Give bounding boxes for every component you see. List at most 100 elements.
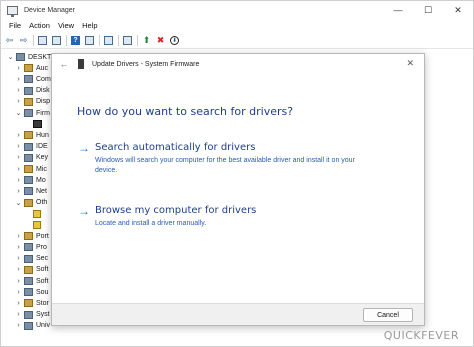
- keyboard-icon: [24, 153, 33, 162]
- chevron-right-icon[interactable]: ›: [15, 311, 22, 318]
- close-button[interactable]: ✕: [443, 1, 473, 19]
- chevron-right-icon[interactable]: ›: [15, 289, 22, 296]
- print-button[interactable]: [103, 35, 114, 46]
- disable-device-button[interactable]: ⬇: [169, 35, 180, 46]
- firmware-device-icon: [33, 120, 42, 129]
- chevron-right-icon[interactable]: ›: [15, 244, 22, 251]
- chevron-right-icon[interactable]: ›: [15, 266, 22, 273]
- software-icon: [24, 277, 33, 285]
- tree-item[interactable]: › Mo: [15, 174, 46, 186]
- back-arrow-icon[interactable]: ←: [56, 59, 72, 69]
- tree-item[interactable]: › Net: [15, 185, 47, 197]
- minimize-button[interactable]: —: [383, 1, 413, 19]
- chevron-right-icon[interactable]: ›: [15, 98, 22, 105]
- tree-item[interactable]: ⌄ Firm: [15, 107, 50, 119]
- menu-help[interactable]: Help: [78, 21, 101, 30]
- show-hide-tree-button[interactable]: [37, 35, 48, 46]
- audio-icon: [24, 64, 33, 73]
- tree-item[interactable]: ⌄ Oth: [15, 197, 47, 209]
- chevron-right-icon[interactable]: ›: [15, 143, 22, 150]
- tree-item[interactable]: › Disp: [15, 96, 50, 108]
- action-button[interactable]: [84, 35, 95, 46]
- help-icon: ?: [71, 36, 80, 45]
- tree-item-label: Univ: [36, 322, 51, 330]
- tree-item-label: Sec: [36, 255, 49, 263]
- tree-item[interactable]: › Disk: [15, 85, 50, 97]
- menu-view[interactable]: View: [54, 21, 78, 30]
- uninstall-device-icon[interactable]: ✖: [155, 35, 166, 46]
- tree-item-label: Pro: [36, 243, 47, 251]
- chevron-right-icon[interactable]: ›: [15, 322, 22, 329]
- menu-action[interactable]: Action: [25, 21, 54, 30]
- tree-item[interactable]: › Com: [15, 73, 51, 85]
- tree-item[interactable]: › Stor: [15, 297, 49, 309]
- arrow-right-icon: →: [78, 204, 90, 218]
- menu-file[interactable]: File: [5, 21, 25, 30]
- help-button[interactable]: ?: [70, 35, 81, 46]
- search-automatically-option[interactable]: → Search automatically for drivers Windo…: [78, 141, 398, 174]
- chevron-right-icon[interactable]: ›: [15, 76, 22, 83]
- chevron-right-icon[interactable]: ›: [15, 87, 22, 94]
- tree-item-label: Syst: [36, 311, 50, 319]
- warning-device-icon: [33, 221, 41, 229]
- tree-item[interactable]: ⌄ DESKTO: [7, 51, 57, 63]
- tree-item[interactable]: [31, 208, 44, 220]
- tree-item[interactable]: › Pro: [15, 241, 47, 253]
- chevron-right-icon[interactable]: ›: [15, 154, 22, 161]
- tree-item[interactable]: › Mic: [15, 163, 47, 175]
- action-icon: [85, 36, 94, 45]
- properties-button[interactable]: [51, 35, 62, 46]
- tree-item[interactable]: [31, 219, 44, 231]
- browse-computer-option[interactable]: → Browse my computer for drivers Locate …: [78, 204, 398, 235]
- dialog-close-icon[interactable]: ✕: [406, 58, 414, 69]
- tree-item-label: Stor: [36, 299, 49, 307]
- tree-item[interactable]: › Sec: [15, 253, 48, 265]
- chevron-right-icon[interactable]: ›: [15, 132, 22, 139]
- update-drivers-dialog: ← Update Drivers - System Firmware ✕ How…: [51, 53, 425, 326]
- tree-item[interactable]: › IDE: [15, 141, 48, 153]
- tree-item[interactable]: › Port: [15, 230, 49, 242]
- chevron-down-icon[interactable]: ⌄: [15, 109, 22, 117]
- chevron-right-icon[interactable]: ›: [15, 188, 22, 195]
- chevron-right-icon[interactable]: ›: [15, 177, 22, 184]
- tree-item[interactable]: › Auc: [15, 62, 48, 74]
- update-driver-icon[interactable]: ⬆: [141, 35, 152, 46]
- security-icon: [24, 254, 33, 263]
- tree-item-label: Disp: [36, 98, 51, 106]
- tree-item[interactable]: › Univ: [15, 320, 50, 332]
- network-icon: [24, 187, 33, 196]
- tree-item[interactable]: › Sou: [15, 286, 48, 298]
- back-arrow-icon[interactable]: ⇦: [4, 35, 15, 46]
- option-title[interactable]: Search automatically for drivers: [95, 142, 255, 153]
- tree-item[interactable]: › Soft: [15, 275, 48, 287]
- tree-item[interactable]: [31, 118, 45, 130]
- chevron-right-icon[interactable]: ›: [15, 255, 22, 262]
- tree-item-label: Net: [36, 187, 47, 195]
- tree-item[interactable]: › Soft: [15, 264, 48, 276]
- chevron-right-icon[interactable]: ›: [15, 278, 22, 285]
- other-devices-icon: [24, 198, 33, 207]
- chevron-right-icon[interactable]: ›: [15, 166, 22, 173]
- tree-item[interactable]: › Syst: [15, 309, 50, 321]
- warning-device-icon: [33, 209, 41, 218]
- tree-item-label: Disk: [36, 87, 50, 95]
- tree-item[interactable]: › Hun: [15, 129, 49, 141]
- scan-hardware-button[interactable]: [122, 35, 133, 46]
- chevron-right-icon[interactable]: ›: [15, 300, 22, 307]
- device-manager-icon: [7, 5, 18, 17]
- tree-item[interactable]: › Key: [15, 152, 48, 164]
- chevron-right-icon[interactable]: ›: [15, 233, 22, 240]
- maximize-button[interactable]: ☐: [413, 1, 443, 19]
- chevron-down-icon[interactable]: ⌄: [7, 53, 14, 61]
- cancel-button[interactable]: Cancel: [363, 308, 413, 322]
- system-icon: [24, 310, 33, 319]
- chevron-down-icon[interactable]: ⌄: [15, 199, 22, 207]
- print-icon: [104, 36, 113, 45]
- firmware-icon: [24, 109, 33, 117]
- menu-bar: File Action View Help: [1, 19, 473, 32]
- tree-item-label: Soft: [36, 277, 49, 285]
- forward-arrow-icon[interactable]: ⇨: [18, 35, 29, 46]
- chevron-right-icon[interactable]: ›: [15, 65, 22, 72]
- tree-item-label: Port: [36, 232, 49, 240]
- option-title[interactable]: Browse my computer for drivers: [95, 205, 256, 216]
